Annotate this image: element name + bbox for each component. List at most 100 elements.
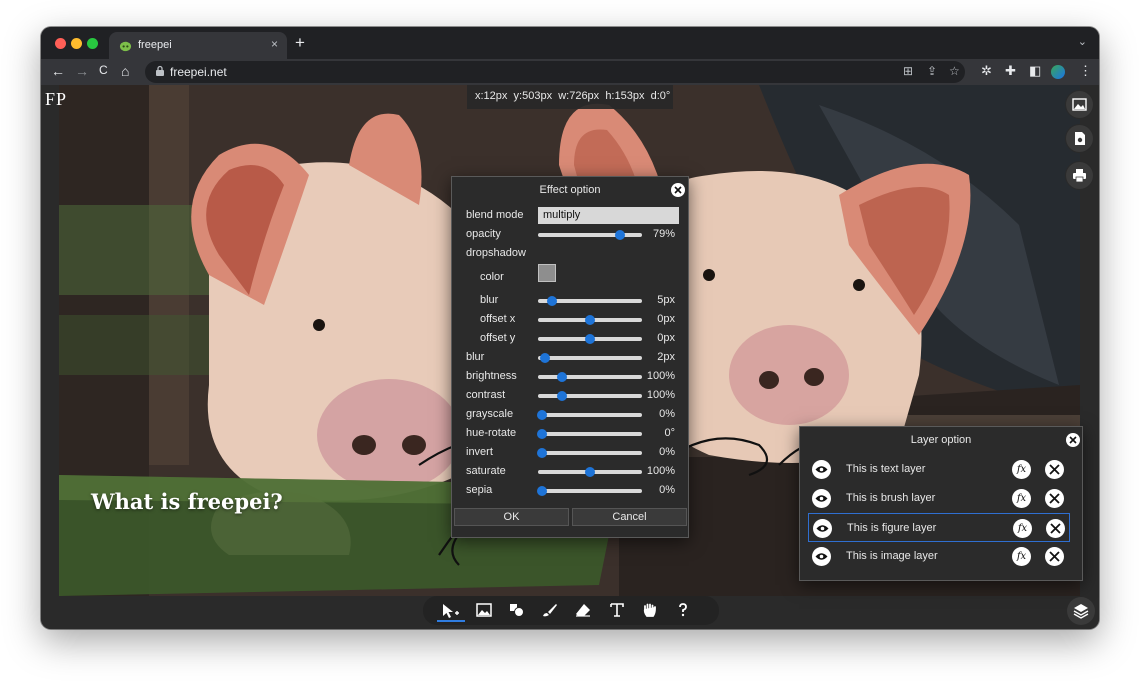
visibility-eye-icon[interactable] [813,519,832,538]
offset-x-value: 0px [657,313,675,325]
tab-bar: freepei × + ⌄ [41,27,1099,59]
download-file-icon [1075,132,1085,145]
brightness-value: 100% [646,370,675,382]
brush-tool-button[interactable] [537,600,565,622]
image-icon [476,603,492,617]
close-window-button[interactable] [55,38,66,49]
offset-y-slider-handle[interactable] [585,334,595,344]
layer-row-figure[interactable]: This is figure layer fx [808,513,1070,542]
dropshadow-blur-slider-handle[interactable] [546,296,557,306]
home-button[interactable]: ⌂ [121,63,129,79]
layer-row-brush[interactable]: This is brush layer fx [808,484,1070,513]
saturate-value: 100% [646,465,675,477]
save-download-button[interactable] [1066,125,1093,152]
maximize-window-button[interactable] [87,38,98,49]
forward-button[interactable]: → [75,63,89,79]
address-bar[interactable]: freepei.net ⊞ ⇪ ☆ [145,61,965,83]
hue-rotate-label: hue-rotate [466,427,517,439]
offset-x-slider-handle[interactable] [585,315,595,325]
tab-freepei[interactable]: freepei × [109,32,287,59]
blend-mode-label: blend mode [466,209,524,221]
dropshadow-color-swatch[interactable] [538,264,556,282]
invert-value: 0% [659,446,675,458]
extensions-puzzle-icon[interactable]: ✚ [1005,63,1016,79]
status-y: y:503px [513,90,553,102]
translate-icon[interactable]: ⊞ [903,64,913,78]
extension-gear-icon[interactable]: ✲ [981,63,992,79]
hand-tool-button[interactable] [637,600,665,622]
tab-close-icon[interactable]: × [271,37,278,51]
delete-layer-button[interactable] [1045,489,1064,508]
opacity-slider-handle[interactable] [615,230,626,240]
offset-y-label: offset y [480,332,516,344]
new-tab-button[interactable]: + [295,33,305,53]
layer-row-image[interactable]: This is image layer fx [808,542,1070,571]
saturate-slider-handle[interactable] [585,467,595,477]
image-add-icon [1072,98,1087,111]
side-panel-icon[interactable]: ◧ [1029,63,1041,79]
saturate-label: saturate [466,465,506,477]
shape-tool-button[interactable] [504,600,532,622]
grayscale-slider-handle[interactable] [537,410,548,420]
text-t-icon [610,603,624,617]
effect-option-close-button[interactable] [671,183,685,197]
layer-effect-fx-button[interactable]: fx [1013,519,1032,538]
sepia-slider-handle[interactable] [537,486,548,496]
delete-layer-button[interactable] [1045,547,1064,566]
layer-row-text[interactable]: This is text layer fx [808,455,1070,484]
dropshadow-blur-value: 5px [657,294,675,306]
layers-button[interactable] [1067,597,1095,625]
effect-option-title: Effect option [539,184,601,196]
brightness-slider-handle[interactable] [556,372,567,382]
back-button[interactable]: ← [51,63,65,79]
layer-effect-fx-button[interactable]: fx [1012,460,1031,479]
dropshadow-label: dropshadow [466,247,526,259]
contrast-value: 100% [646,389,675,401]
freepei-logo[interactable]: FP [45,89,67,110]
blur-label: blur [466,351,485,363]
profile-avatar[interactable] [1051,65,1065,79]
text-tool-button[interactable] [604,600,632,622]
canvas-text-layer[interactable]: What is freepei? [91,489,283,514]
offset-x-label: offset x [480,313,516,325]
bookmark-star-icon[interactable]: ☆ [949,64,960,78]
visibility-eye-icon[interactable] [812,460,831,479]
print-button[interactable] [1066,162,1093,189]
reload-button[interactable]: C [99,63,108,77]
offset-y-value: 0px [657,332,675,344]
eraser-icon [576,604,590,617]
layer-effect-fx-button[interactable]: fx [1012,489,1031,508]
visibility-eye-icon[interactable] [812,547,831,566]
share-icon[interactable]: ⇪ [927,64,937,78]
status-w: w:726px [558,90,600,102]
grayscale-label: grayscale [466,408,514,420]
contrast-slider-handle[interactable] [556,391,567,401]
image-tool-button[interactable] [471,600,499,622]
hue-rotate-slider-handle[interactable] [537,429,548,439]
invert-label: invert [466,446,493,458]
tab-search-chevron-icon[interactable]: ⌄ [1078,35,1087,48]
minimize-window-button[interactable] [71,38,82,49]
invert-slider-handle[interactable] [537,448,548,458]
tool-bar [423,596,719,625]
brightness-label: brightness [466,370,517,382]
select-tool-button[interactable] [437,600,465,622]
layer-option-panel: Layer option This is text layer fx This … [799,426,1083,581]
delete-layer-button[interactable] [1046,519,1065,538]
close-icon [674,186,682,194]
blur-slider-handle[interactable] [540,353,551,363]
add-image-button[interactable] [1066,91,1093,118]
delete-layer-button[interactable] [1045,460,1064,479]
browser-toolbar: ← → C ⌂ freepei.net ⊞ ⇪ ☆ ✲ ✚ ◧ ⋮ [41,59,1099,85]
browser-menu-icon[interactable]: ⋮ [1079,63,1092,79]
visibility-eye-icon[interactable] [812,489,831,508]
help-button[interactable] [670,600,698,622]
status-x: x:12px [475,90,508,102]
effect-cancel-button[interactable]: Cancel [572,508,687,526]
layer-option-close-button[interactable] [1066,433,1080,447]
blend-mode-select[interactable]: multiply [538,207,679,224]
layer-effect-fx-button[interactable]: fx [1012,547,1031,566]
effect-ok-button[interactable]: OK [454,508,569,526]
eraser-tool-button[interactable] [570,600,598,622]
dropshadow-color-label: color [480,271,504,283]
